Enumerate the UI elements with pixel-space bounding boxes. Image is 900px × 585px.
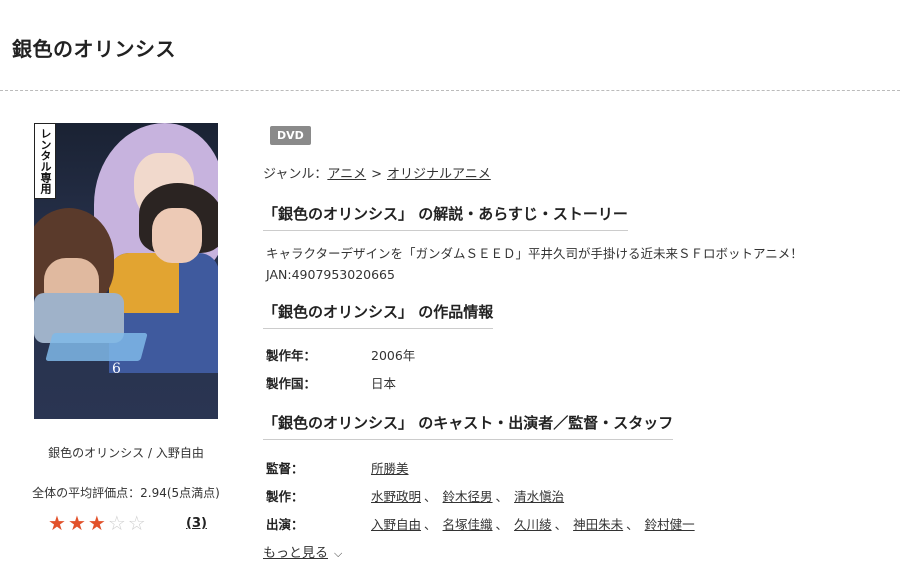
- dvd-mark: DVD: [37, 125, 55, 133]
- rating-count-link[interactable]: (3): [186, 516, 207, 531]
- meta-title: 銀色のオリンシス / 入野自由: [48, 446, 204, 460]
- cast-list: 入野自由、名塚佳織、久川綾、神田朱未、鈴村健一: [371, 517, 695, 532]
- cover-art-boy-face: [152, 208, 202, 263]
- director-label: 監督：: [266, 461, 304, 476]
- cast-member-link[interactable]: 鈴村健一: [645, 517, 695, 532]
- cover-image[interactable]: レンタル専用 DVD 6: [34, 123, 218, 419]
- info-row-country: 製作国： 日本: [266, 373, 396, 392]
- year-value: 2006年: [371, 348, 416, 363]
- producer-link[interactable]: 水野政明: [371, 489, 421, 504]
- average-rating: 全体の平均評価点：2.94(5点満点): [32, 486, 220, 500]
- producer-list: 水野政明、鈴木径男、清水愼治: [371, 489, 564, 504]
- rating-stars: ★ ★ ★ ☆ ☆: [48, 512, 146, 534]
- list-separator: 、: [424, 489, 437, 504]
- rental-only-badge: レンタル専用: [34, 123, 56, 199]
- header-divider: [0, 90, 900, 91]
- producer-link[interactable]: 清水愼治: [514, 489, 564, 504]
- section-heading-info: 「銀色のオリンシス」 の作品情報: [263, 301, 494, 329]
- star-empty-icon: ☆: [107, 511, 126, 535]
- genre-link-original-anime[interactable]: オリジナルアニメ: [387, 167, 491, 182]
- genre-label: ジャンル：: [263, 167, 328, 182]
- list-separator: 、: [495, 489, 509, 504]
- synopsis-text: キャラクターデザインを「ガンダムＳＥＥＤ」平井久司が手掛ける近未来ＳＦロボットア…: [266, 246, 803, 261]
- cast-member-link[interactable]: 神田朱未: [573, 517, 623, 532]
- director-list: 所勝美: [371, 461, 409, 476]
- list-separator: 、: [626, 517, 639, 532]
- info-row-year: 製作年： 2006年: [266, 345, 415, 364]
- chevron-down-icon: ⌵: [334, 547, 343, 560]
- director-link[interactable]: 所勝美: [371, 461, 409, 476]
- cover-logo: [45, 333, 148, 361]
- star-full-icon: ★: [67, 511, 86, 535]
- format-badge: DVD: [270, 126, 311, 145]
- synopsis: キャラクターデザインを「ガンダムＳＥＥＤ」平井久司が手掛ける近未来ＳＦロボットア…: [266, 243, 803, 285]
- info-row-producer: 製作： 水野政明、鈴木径男、清水愼治: [266, 486, 564, 505]
- section-heading-cast: 「銀色のオリンシス」 のキャスト・出演者／監督・スタッフ: [263, 412, 674, 440]
- producer-label: 製作：: [266, 489, 304, 504]
- star-full-icon: ★: [87, 511, 106, 535]
- country-label: 製作国：: [266, 376, 317, 391]
- section-heading-synopsis: 「銀色のオリンシス」 の解説・あらすじ・ストーリー: [263, 203, 628, 231]
- country-value: 日本: [371, 376, 397, 391]
- list-separator: 、: [495, 517, 509, 532]
- show-more-link[interactable]: もっと見る ⌵: [263, 542, 342, 561]
- cast-label: 出演：: [266, 517, 304, 532]
- cast-member-link[interactable]: 入野自由: [371, 517, 421, 532]
- list-separator: 、: [424, 517, 437, 532]
- year-label: 製作年：: [266, 348, 317, 363]
- info-row-cast: 出演： 入野自由、名塚佳織、久川綾、神田朱未、鈴村健一: [266, 514, 695, 533]
- genre-link-anime[interactable]: アニメ: [327, 167, 366, 182]
- show-more-label: もっと見る: [263, 546, 329, 561]
- star-empty-icon: ☆: [127, 511, 146, 535]
- genre-separator: >: [371, 167, 383, 182]
- star-full-icon: ★: [48, 511, 66, 535]
- genre-breadcrumb: ジャンル：アニメ > オリジナルアニメ: [263, 163, 491, 182]
- jan-code: JAN:4907953020665: [266, 267, 395, 282]
- cast-member-link[interactable]: 久川綾: [514, 517, 552, 532]
- producer-link[interactable]: 鈴木径男: [443, 489, 493, 504]
- page-title: 銀色のオリンシス: [12, 37, 176, 61]
- info-row-director: 監督： 所勝美: [266, 458, 409, 477]
- list-separator: 、: [554, 517, 568, 532]
- cast-member-link[interactable]: 名塚佳織: [443, 517, 493, 532]
- volume-number: 6: [112, 361, 121, 377]
